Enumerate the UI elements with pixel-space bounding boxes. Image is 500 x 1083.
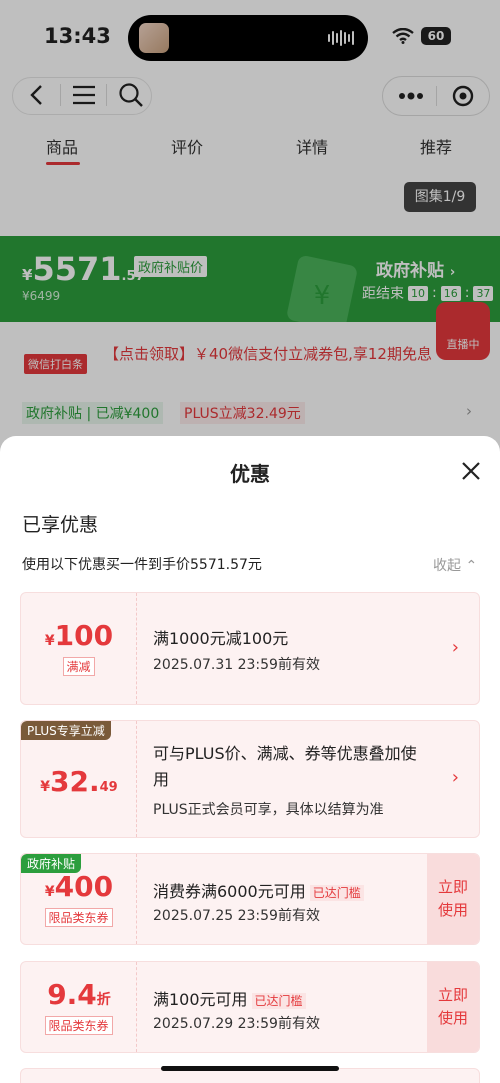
chevron-up-icon: ⌃ <box>465 558 478 574</box>
coupon-info: 满100元可用 已达门槛 2025.07.29 23:59前有效 立即使用 <box>137 962 479 1052</box>
coupon-card[interactable]: PLUS专享立减 ¥32.49 可与PLUS价、满减、券等优惠叠加使用 PLUS… <box>20 720 480 838</box>
final-price-note: 使用以下优惠买一件到手价5571.57元 <box>22 557 262 573</box>
coupon-card[interactable]: ¥100 满减 满1000元减100元 2025.07.31 23:59前有效 … <box>20 592 480 705</box>
coupon-card[interactable]: 政府补贴 ¥400 限品类东券 消费券满6000元可用 已达门槛 2025.07.… <box>20 853 480 945</box>
coupon-amount: ¥400 <box>44 870 114 903</box>
coupon-info: 满1000元减100元 2025.07.31 23:59前有效 › <box>137 593 479 704</box>
coupon-type: 满减 <box>62 657 95 676</box>
section-heading: 已享优惠 <box>22 514 99 536</box>
close-icon[interactable] <box>460 460 482 482</box>
threshold-badge: 已达门槛 <box>309 885 364 901</box>
coupon-expiry: 2025.07.31 23:59前有效 <box>153 657 320 673</box>
coupon-corner-tag: PLUS专享立减 <box>21 721 111 740</box>
coupon-condition: 满100元可用 已达门槛 <box>153 986 306 1010</box>
coupon-condition: 满1000元减100元 <box>153 629 289 648</box>
coupon-condition: 可与PLUS价、满减、券等优惠叠加使用 <box>153 744 417 789</box>
coupon-type: 限品类东券 <box>44 1016 113 1035</box>
coupon-condition: 消费券满6000元可用 已达门槛 <box>153 878 364 902</box>
coupon-info: 可与PLUS价、满减、券等优惠叠加使用 PLUS正式会员可享，具体以结算为准 › <box>137 721 479 837</box>
coupon-expiry: 2025.07.29 23:59前有效 <box>153 1016 320 1032</box>
coupon-expiry: 2025.07.25 23:59前有效 <box>153 908 320 924</box>
coupon-note: PLUS正式会员可享，具体以结算为准 <box>153 802 384 818</box>
coupon-card[interactable]: 9.4折 限品类东券 满100元可用 已达门槛 2025.07.29 23:59前… <box>20 961 480 1053</box>
home-indicator <box>161 1066 339 1071</box>
use-now-button[interactable]: 立即使用 <box>427 962 479 1052</box>
chevron-right-icon: › <box>451 637 459 658</box>
collapse-button[interactable]: 收起 ⌃ <box>433 555 477 575</box>
coupon-amount-panel: 政府补贴 ¥400 限品类东券 <box>21 854 137 944</box>
threshold-badge: 已达门槛 <box>251 993 306 1009</box>
chevron-right-icon: › <box>451 767 459 788</box>
coupon-amount-panel: 9.4折 限品类东券 <box>21 962 137 1052</box>
coupon-info: 消费券满6000元可用 已达门槛 2025.07.25 23:59前有效 立即使用 <box>137 854 479 944</box>
coupon-amount: ¥32.49 <box>40 765 118 798</box>
coupon-amount: 9.4折 <box>47 978 111 1011</box>
use-now-button[interactable]: 立即使用 <box>427 854 479 944</box>
coupon-type: 限品类东券 <box>44 908 113 927</box>
coupon-amount-panel: PLUS专享立减 ¥32.49 <box>21 721 137 837</box>
coupon-amount-panel: ¥100 满减 <box>21 593 137 704</box>
sheet-title: 优惠 <box>230 462 270 486</box>
coupon-amount: ¥100 <box>44 619 114 652</box>
